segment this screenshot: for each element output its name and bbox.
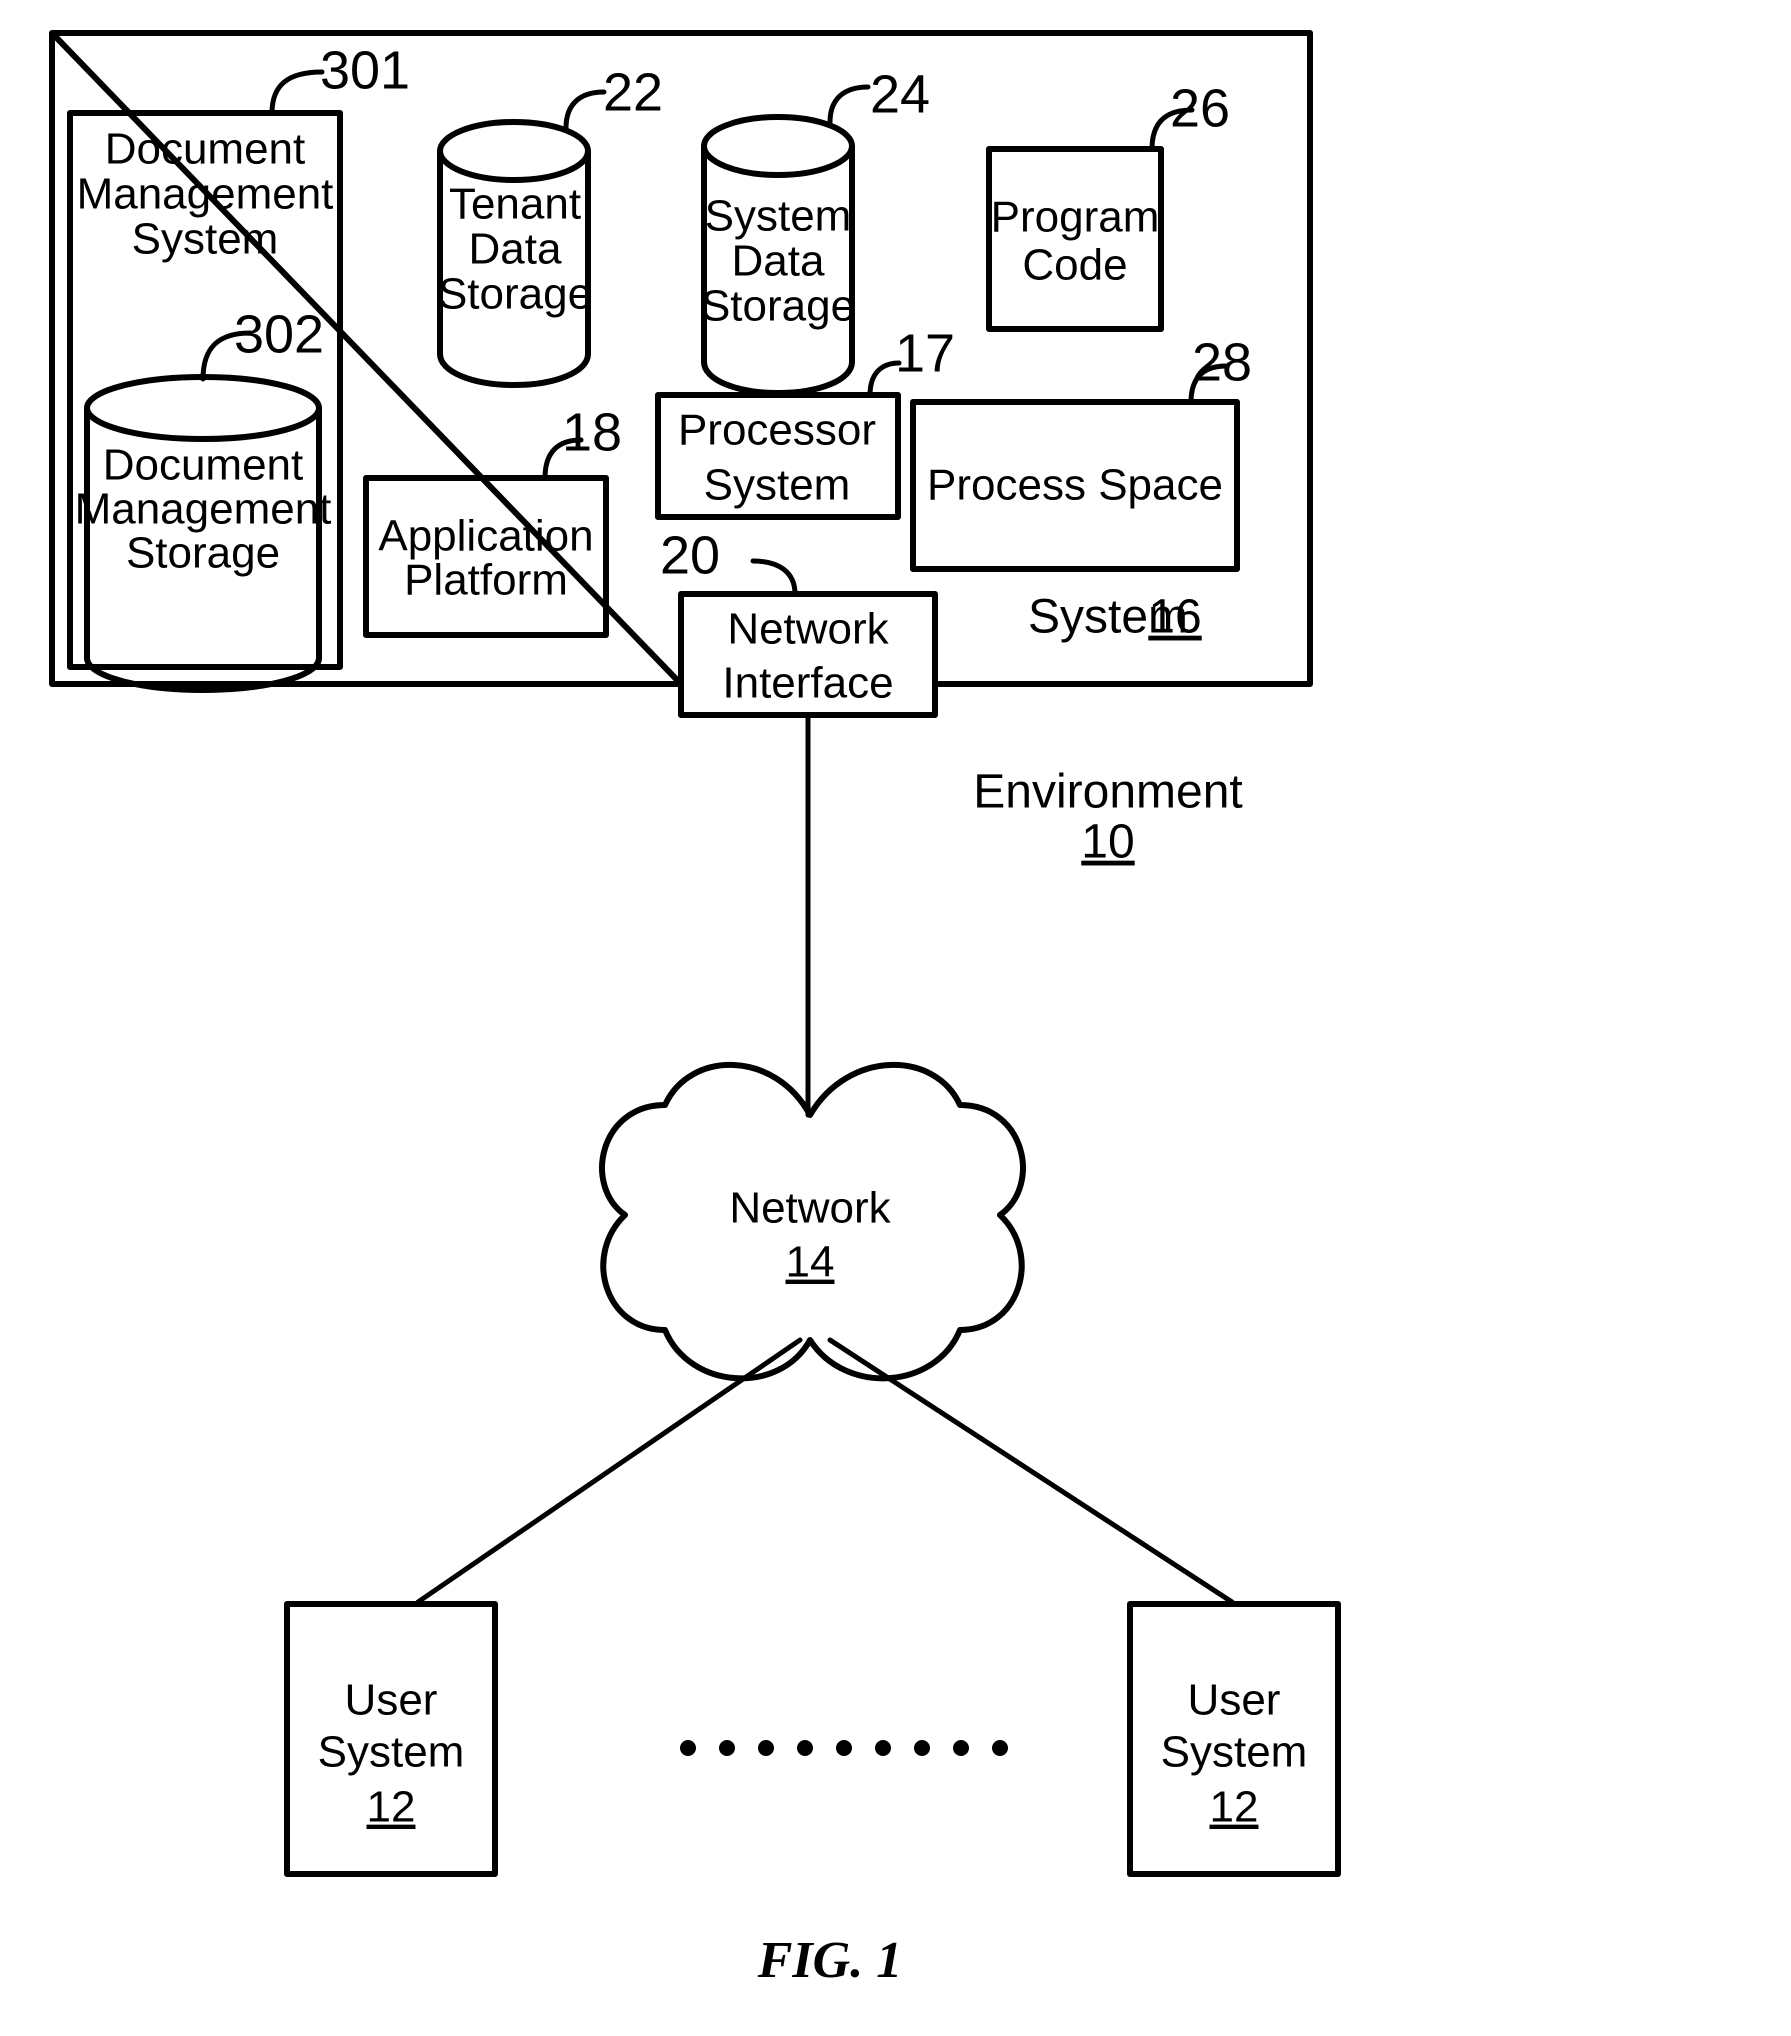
reference-numeral-17: 17 (895, 323, 955, 383)
document-management-system-label-line3: System (132, 215, 279, 264)
program-code-label-line2: Code (1022, 241, 1127, 290)
document-management-storage-label-line3: Storage (126, 529, 280, 578)
network-interface-leader (750, 558, 798, 597)
cloud-to-user-system-right-link (827, 1337, 1235, 1605)
system-data-storage-label-line1: System (705, 192, 852, 241)
network-interface-label-line2: Interface (722, 659, 893, 708)
environment-label: Environment (973, 766, 1242, 819)
tenant-data-storage-label-line2: Data (469, 225, 562, 274)
reference-numeral-20: 20 (660, 525, 720, 585)
application-platform-label-line1: Application (378, 512, 593, 561)
document-management-system-label-line1: Document (105, 125, 306, 174)
network-cloud-reference-numeral: 14 (786, 1238, 835, 1287)
tenant-data-storage-label-line3: Storage (438, 270, 592, 319)
document-management-system-label-line2: Management (77, 170, 334, 219)
system-reference-numeral: 16 (1148, 591, 1201, 644)
process-space-label: Process Space (927, 461, 1223, 510)
reference-numeral-301: 301 (320, 40, 410, 100)
application-platform-label-line2: Platform (404, 556, 568, 605)
reference-numeral-28: 28 (1192, 332, 1252, 392)
user-system-left-reference-numeral: 12 (367, 1783, 416, 1832)
document-management-storage-label-line1: Document (103, 441, 304, 490)
tenant-data-storage-label-line1: Tenant (449, 180, 581, 229)
figure-caption: FIG. 1 (757, 1932, 902, 1989)
processor-system-label-line2: System (704, 461, 851, 510)
document-management-storage-label-line2: Management (75, 485, 332, 534)
network-interface-label-line1: Network (727, 605, 889, 654)
reference-numeral-22: 22 (603, 62, 663, 122)
user-system-left-label-line2: System (318, 1728, 465, 1777)
system-data-storage-leader (827, 84, 871, 125)
system-data-storage-label-line2: Data (732, 237, 825, 286)
program-code-label-line1: Program (991, 193, 1160, 242)
tenant-data-storage-leader (563, 89, 607, 131)
user-system-left-label-line1: User (345, 1676, 438, 1725)
patent-figure: Document Management System 301 Document … (0, 0, 1791, 2036)
user-system-right-label-line2: System (1161, 1728, 1308, 1777)
ellipsis-dots (680, 1740, 1008, 1756)
diagram-canvas: Document Management System 301 Document … (49, 30, 1341, 1989)
reference-numeral-24: 24 (870, 64, 930, 124)
environment-reference-numeral: 10 (1081, 816, 1134, 869)
network-cloud-label: Network (729, 1184, 891, 1233)
reference-numeral-26: 26 (1170, 78, 1230, 138)
reference-numeral-302: 302 (234, 304, 324, 364)
user-system-right-label-line1: User (1188, 1676, 1281, 1725)
reference-numeral-18: 18 (562, 402, 622, 462)
document-management-system-leader (269, 69, 325, 116)
processor-system-label-line1: Processor (678, 406, 876, 455)
system-data-storage-label-line3: Storage (701, 282, 855, 331)
user-system-right-reference-numeral: 12 (1210, 1783, 1259, 1832)
cloud-to-user-system-left-link (415, 1337, 803, 1605)
